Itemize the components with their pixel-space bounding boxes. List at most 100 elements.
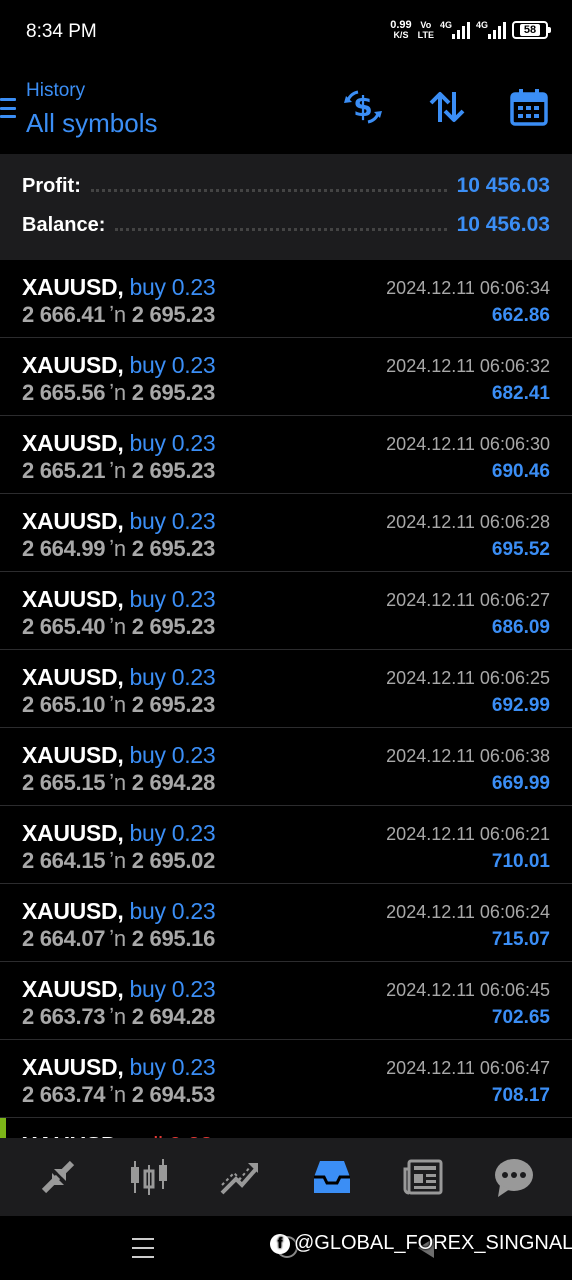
deal-profit: 682.41 [491,383,550,404]
balance-label: Balance: [22,213,106,236]
open-price: 2 666.41 [22,302,106,327]
deal-row[interactable]: XAUUSD, buy 0.23 2 665.40 ʼn 2 695.23 2024.1… [0,572,572,650]
bottom-nav [0,1138,572,1216]
facebook-icon: f [270,1233,290,1254]
signal-label: 4G [440,20,453,30]
deal-row[interactable]: XAUUSD, buy 0.23 2 664.99 ʼn 2 695.23 2024.1… [0,494,572,572]
deal-time: 2024.12.11 06:06:34 [386,278,550,298]
volte-icon: Vo LTE [418,20,434,40]
open-price: 2 664.07 [22,926,106,951]
symbol-name: XAUUSD, [22,898,124,924]
system-nav: f @GLOBAL_FOREX_SINGNALS [0,1216,572,1280]
recents-icon[interactable] [132,1238,154,1258]
deal-profit: 708.17 [491,1085,550,1106]
deal-row[interactable]: XAUUSD, buy 0.23 2 663.73 ʼn 2 694.28 2024.1… [0,962,572,1040]
price-arrow: ʼn [109,302,126,327]
deal-row[interactable]: XAUUSD, buy 0.23 2 665.56 ʼn 2 695.23 2024.1… [0,338,572,416]
profit-value: 10 456.03 [456,174,550,197]
deal-symbol: XAUUSD, buy 0.23 [22,898,216,925]
symbol-name: XAUUSD, [22,274,124,300]
quotes-icon[interactable] [28,1147,88,1207]
price-arrow: ʼn [109,380,126,405]
deal-time: 2024.12.11 06:06:38 [386,746,550,766]
deal-row[interactable]: XAUUSD, buy 0.23 2 664.15 ʼn 2 695.02 2024.1… [0,806,572,884]
status-bar: 8:34 PM 0.99 K/S Vo LTE 4G 4G 58 [0,0,572,64]
open-price: 2 665.10 [22,692,106,717]
deal-symbol: XAUUSD, buy 0.23 [22,1054,216,1081]
deals-list[interactable]: XAUUSD, buy 0.23 2 666.41 ʼn 2 695.23 2024.1… [0,260,572,1138]
account-summary: Profit: 10 456.03 Balance: 10 456.03 [0,154,572,260]
symbol-name: XAUUSD, [22,976,124,1002]
signal-label: 4G [476,20,489,30]
deal-symbol: XAUUSD, buy 0.23 [22,664,216,691]
deal-direction: buy 0.23 [129,898,216,924]
deal-direction: buy 0.23 [129,976,216,1002]
calendar-icon[interactable] [508,86,550,128]
price-arrow: ʼn [109,692,126,717]
balance-value: 10 456.03 [456,213,550,236]
open-price: 2 665.40 [22,614,106,639]
deal-profit: 710.01 [491,851,550,872]
price-arrow: ʼn [109,926,126,951]
price-arrow: ʼn [109,1004,126,1029]
volte-bottom: LTE [417,30,434,40]
trade-icon[interactable] [210,1147,270,1207]
open-price: 2 664.15 [22,848,106,873]
deal-time: 2024.12.11 06:06:32 [386,356,550,376]
deal-direction: buy 0.23 [129,586,216,612]
open-price: 2 665.21 [22,458,106,483]
symbol-filter[interactable]: All symbols [26,108,157,139]
deal-profit: 695.52 [491,539,550,560]
deal-row[interactable]: XAUUSD, buy 0.23 2 664.07 ʼn 2 695.16 2024.1… [0,884,572,962]
profit-row: Profit: 10 456.03 [22,171,550,201]
deal-prices: 2 663.73 ʼn 2 694.28 [22,1004,215,1030]
deal-direction: buy 0.23 [129,742,216,768]
deal-row[interactable]: XAUUSD, sell 0.232024.12.11 06:50:35 [0,1118,572,1138]
svg-text:$: $ [353,90,372,123]
deal-row[interactable]: XAUUSD, buy 0.23 2 663.74 ʼn 2 694.53 2024.1… [0,1040,572,1118]
deal-prices: 2 665.56 ʼn 2 695.23 [22,380,215,406]
deal-row[interactable]: XAUUSD, buy 0.23 2 666.41 ʼn 2 695.23 2024.1… [0,260,572,338]
history-icon[interactable] [302,1147,362,1207]
deal-symbol: XAUUSD, buy 0.23 [22,586,216,613]
price-arrow: ʼn [109,536,126,561]
deal-row[interactable]: XAUUSD, buy 0.23 2 665.15 ʼn 2 694.28 2024.1… [0,728,572,806]
close-price: 2 695.23 [131,458,216,483]
chat-icon[interactable] [484,1147,544,1207]
deal-time: 2024.12.11 06:06:30 [386,434,550,454]
deal-row[interactable]: XAUUSD, buy 0.23 2 665.10 ʼn 2 695.23 2024.1… [0,650,572,728]
deal-direction: buy 0.23 [129,664,216,690]
open-price: 2 665.56 [22,380,106,405]
dollar-exchange-icon[interactable]: $ [342,86,384,128]
close-price: 2 695.16 [131,926,216,951]
profit-label: Profit: [22,174,81,197]
price-arrow: ʼn [109,1082,126,1107]
deal-symbol: XAUUSD, buy 0.23 [22,352,216,379]
deal-direction: buy 0.23 [129,820,216,846]
deal-profit: 686.09 [491,617,550,638]
network-speed: 0.99 K/S [390,20,411,40]
deal-prices: 2 665.21 ʼn 2 695.23 [22,458,215,484]
header-subtitle: History [26,80,86,101]
symbol-name: XAUUSD, [22,508,124,534]
symbol-name: XAUUSD, [22,742,124,768]
news-icon[interactable] [393,1147,453,1207]
deal-profit: 662.86 [491,305,550,326]
deal-prices: 2 665.15 ʼn 2 694.28 [22,770,215,796]
price-arrow: ʼn [109,848,126,873]
dotted-leader [90,188,447,192]
deal-time: 2024.12.11 06:06:21 [386,824,550,844]
deal-time: 2024.12.11 06:06:25 [386,668,550,688]
deal-profit: 690.46 [491,461,550,482]
deal-profit: 669.99 [491,773,550,794]
deal-direction: buy 0.23 [129,508,216,534]
deal-symbol: XAUUSD, buy 0.23 [22,508,216,535]
open-price: 2 664.99 [22,536,106,561]
chart-icon[interactable] [119,1147,179,1207]
menu-icon[interactable] [0,98,16,118]
sort-icon[interactable] [426,86,468,128]
price-arrow: ʼn [109,458,126,483]
deal-row[interactable]: XAUUSD, buy 0.23 2 665.21 ʼn 2 695.23 2024.1… [0,416,572,494]
symbol-name: XAUUSD, [22,820,124,846]
deal-symbol: XAUUSD, buy 0.23 [22,976,216,1003]
